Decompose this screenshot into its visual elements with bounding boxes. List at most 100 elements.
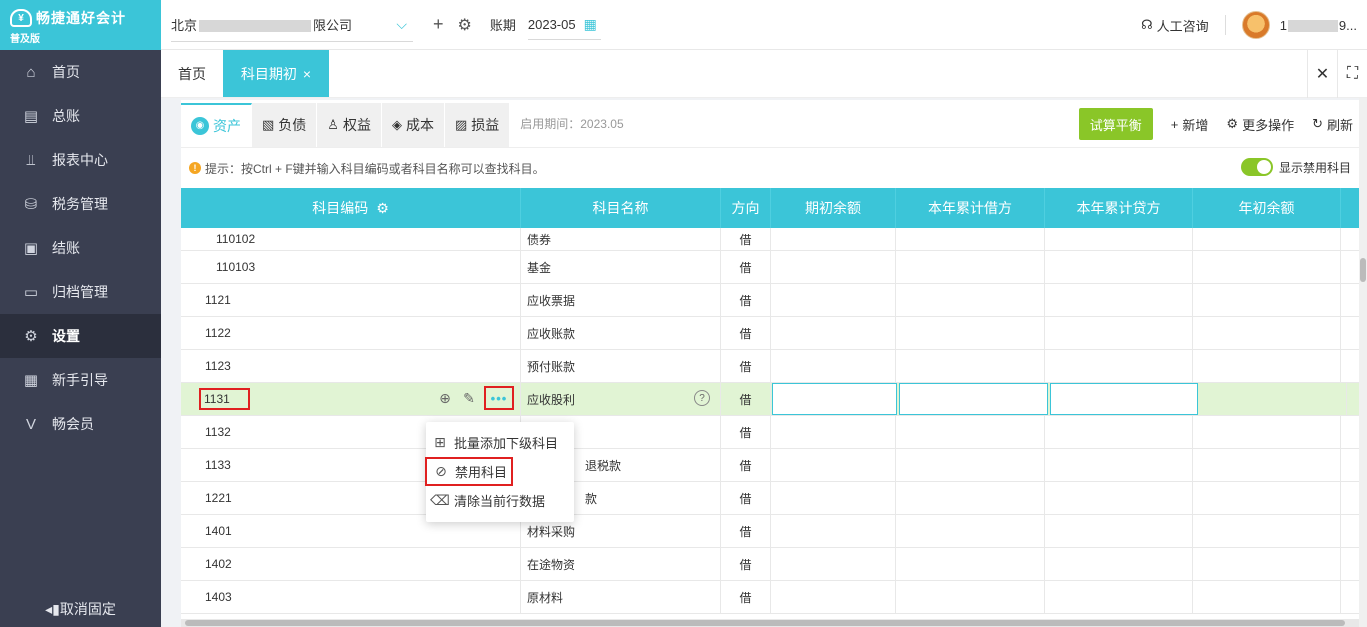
help-icon[interactable]: ? [694, 390, 710, 406]
sidebar-item-label: 税务管理 [52, 196, 108, 212]
opening-balance-cell[interactable] [771, 251, 896, 283]
table-row[interactable]: 1402 在途物资 借 [181, 548, 1359, 581]
ytd-debit-cell[interactable] [896, 416, 1045, 448]
year-start-cell [1193, 515, 1341, 547]
opening-balance-cell[interactable] [771, 416, 896, 448]
ytd-debit-cell[interactable] [896, 482, 1045, 514]
table-row[interactable]: 1403 原材料 借 [181, 581, 1359, 614]
close-icon[interactable]: × [303, 66, 311, 82]
ytd-debit-input[interactable] [899, 383, 1048, 415]
trial-balance-button[interactable]: 试算平衡 [1078, 108, 1153, 140]
table-row-selected[interactable]: 1131 ⊕ ✎ ••• 应收股利 ? 借 [181, 383, 1359, 416]
add-sub-account-icon[interactable]: ⊕ [436, 389, 454, 407]
ytd-credit-cell[interactable] [1045, 416, 1193, 448]
ytd-debit-cell[interactable] [896, 317, 1045, 349]
ytd-credit-cell[interactable] [1045, 515, 1193, 547]
sidebar-item-settings[interactable]: ⚙ 设置 [0, 314, 161, 358]
ytd-credit-cell[interactable] [1045, 284, 1193, 316]
sidebar-item-ledger[interactable]: ▤ 总账 [0, 94, 161, 138]
company-select[interactable]: 北京 限公司 ⌵ [171, 8, 413, 42]
add-button[interactable]: + 新增 [1171, 115, 1209, 134]
table-row[interactable]: 1122 应收账款 借 [181, 317, 1359, 350]
table-row[interactable]: 1121 应收票据 借 [181, 284, 1359, 317]
ytd-debit-cell[interactable] [896, 350, 1045, 382]
sidebar-item-tax[interactable]: ⛁ 税务管理 [0, 182, 161, 226]
horizontal-scrollbar[interactable] [181, 619, 1359, 627]
opening-balance-cell[interactable] [771, 449, 896, 481]
ytd-debit-cell[interactable] [896, 449, 1045, 481]
opening-balance-cell[interactable] [771, 284, 896, 316]
ytd-credit-cell[interactable] [1045, 350, 1193, 382]
close-all-tabs-button[interactable]: ✕ [1307, 50, 1337, 98]
refresh-button[interactable]: ↻ 刷新 [1312, 115, 1353, 134]
app-logo[interactable]: ¥ 畅捷通好会计 普及版 [0, 0, 161, 50]
gear-icon[interactable]: ⚙ [458, 15, 472, 35]
tab-cost[interactable]: ◈ 成本 [381, 102, 445, 147]
unpin-sidebar-button[interactable]: ◂▮取消固定 [0, 599, 161, 619]
table-row[interactable]: 1133 退税款 借 [181, 449, 1359, 482]
sidebar-item-guide[interactable]: ▦ 新手引导 [0, 358, 161, 402]
chevron-down-icon: ⌵ [396, 15, 407, 32]
menu-item-batch-add-sub[interactable]: ⊞ 批量添加下级科目 [426, 428, 574, 457]
ytd-debit-cell[interactable] [896, 548, 1045, 580]
consult-button[interactable]: ☊ 人工咨询 [1141, 16, 1209, 35]
show-disabled-toggle[interactable] [1240, 158, 1273, 176]
ytd-debit-cell[interactable] [896, 581, 1045, 613]
opening-balance-cell[interactable] [771, 548, 896, 580]
more-options-icon[interactable]: ••• [484, 386, 514, 410]
table-row[interactable]: 1132 借 [181, 416, 1359, 449]
ytd-credit-cell[interactable] [1045, 548, 1193, 580]
fullscreen-button[interactable]: ⛶ [1337, 50, 1367, 98]
more-actions-button[interactable]: ⚙ 更多操作 [1226, 115, 1294, 134]
opening-balance-cell[interactable] [771, 515, 896, 547]
sidebar-item-member[interactable]: V 畅会员 [0, 402, 161, 446]
tab-home[interactable]: 首页 [161, 50, 223, 97]
ytd-credit-cell[interactable] [1045, 228, 1193, 250]
tab-equity[interactable]: ♙ 权益 [317, 102, 382, 147]
member-icon: V [25, 415, 36, 433]
period-picker[interactable]: 2023-05 ▦ [527, 10, 601, 40]
sidebar-item-reports[interactable]: ⫫ 报表中心 [0, 138, 161, 182]
tab-liabilities[interactable]: ▧ 负债 [252, 102, 318, 147]
ytd-debit-cell[interactable] [896, 515, 1045, 547]
ytd-credit-input[interactable] [1050, 383, 1198, 415]
ytd-debit-cell[interactable] [896, 251, 1045, 283]
batch-add-icon: ⊞ [434, 434, 446, 450]
table-row[interactable]: 1221 款 借 [181, 482, 1359, 515]
horizontal-scroll-thumb[interactable] [185, 620, 1345, 626]
opening-balance-input[interactable] [772, 383, 897, 415]
vertical-scroll-thumb[interactable] [1360, 258, 1366, 282]
ytd-credit-cell[interactable] [1045, 449, 1193, 481]
home-icon: ⌂ [26, 63, 36, 81]
ytd-credit-cell[interactable] [1045, 581, 1193, 613]
opening-balance-cell[interactable] [771, 317, 896, 349]
sidebar-item-home[interactable]: ⌂ 首页 [0, 50, 161, 94]
ytd-debit-cell[interactable] [896, 228, 1045, 250]
sidebar-item-archive[interactable]: ▭ 归档管理 [0, 270, 161, 314]
ytd-credit-cell[interactable] [1045, 317, 1193, 349]
opening-balance-cell[interactable] [771, 581, 896, 613]
edit-icon[interactable]: ✎ [460, 389, 478, 407]
table-row[interactable]: 110103 基金 借 [181, 251, 1359, 284]
opening-balance-cell[interactable] [771, 350, 896, 382]
table-row[interactable]: 110102 债券 借 [181, 228, 1359, 251]
ledger-icon: ▤ [23, 108, 39, 125]
opening-balance-cell[interactable] [771, 228, 896, 250]
avatar[interactable] [1241, 11, 1270, 39]
table-row[interactable]: 1401 材料采购 借 [181, 515, 1359, 548]
add-icon[interactable]: + [433, 14, 444, 35]
sidebar-item-close-account[interactable]: ▣ 结账 [0, 226, 161, 270]
table-row[interactable]: 1123 预付账款 借 [181, 350, 1359, 383]
ytd-credit-cell[interactable] [1045, 251, 1193, 283]
opening-balance-cell[interactable] [771, 482, 896, 514]
tab-assets[interactable]: ◉ 资产 [181, 102, 252, 147]
user-name[interactable]: 1 9... [1280, 18, 1357, 33]
tab-profit-loss[interactable]: ▨ 损益 [444, 102, 511, 147]
tab-subject-opening[interactable]: 科目期初 × [223, 50, 329, 97]
menu-item-clear-row[interactable]: ⌫ 清除当前行数据 [426, 486, 574, 515]
ytd-debit-cell[interactable] [896, 284, 1045, 316]
menu-item-disable-account[interactable]: ⊘ 禁用科目 [425, 457, 513, 486]
column-settings-icon[interactable]: ⚙ [376, 200, 389, 217]
vertical-scrollbar[interactable] [1359, 98, 1367, 627]
ytd-credit-cell[interactable] [1045, 482, 1193, 514]
